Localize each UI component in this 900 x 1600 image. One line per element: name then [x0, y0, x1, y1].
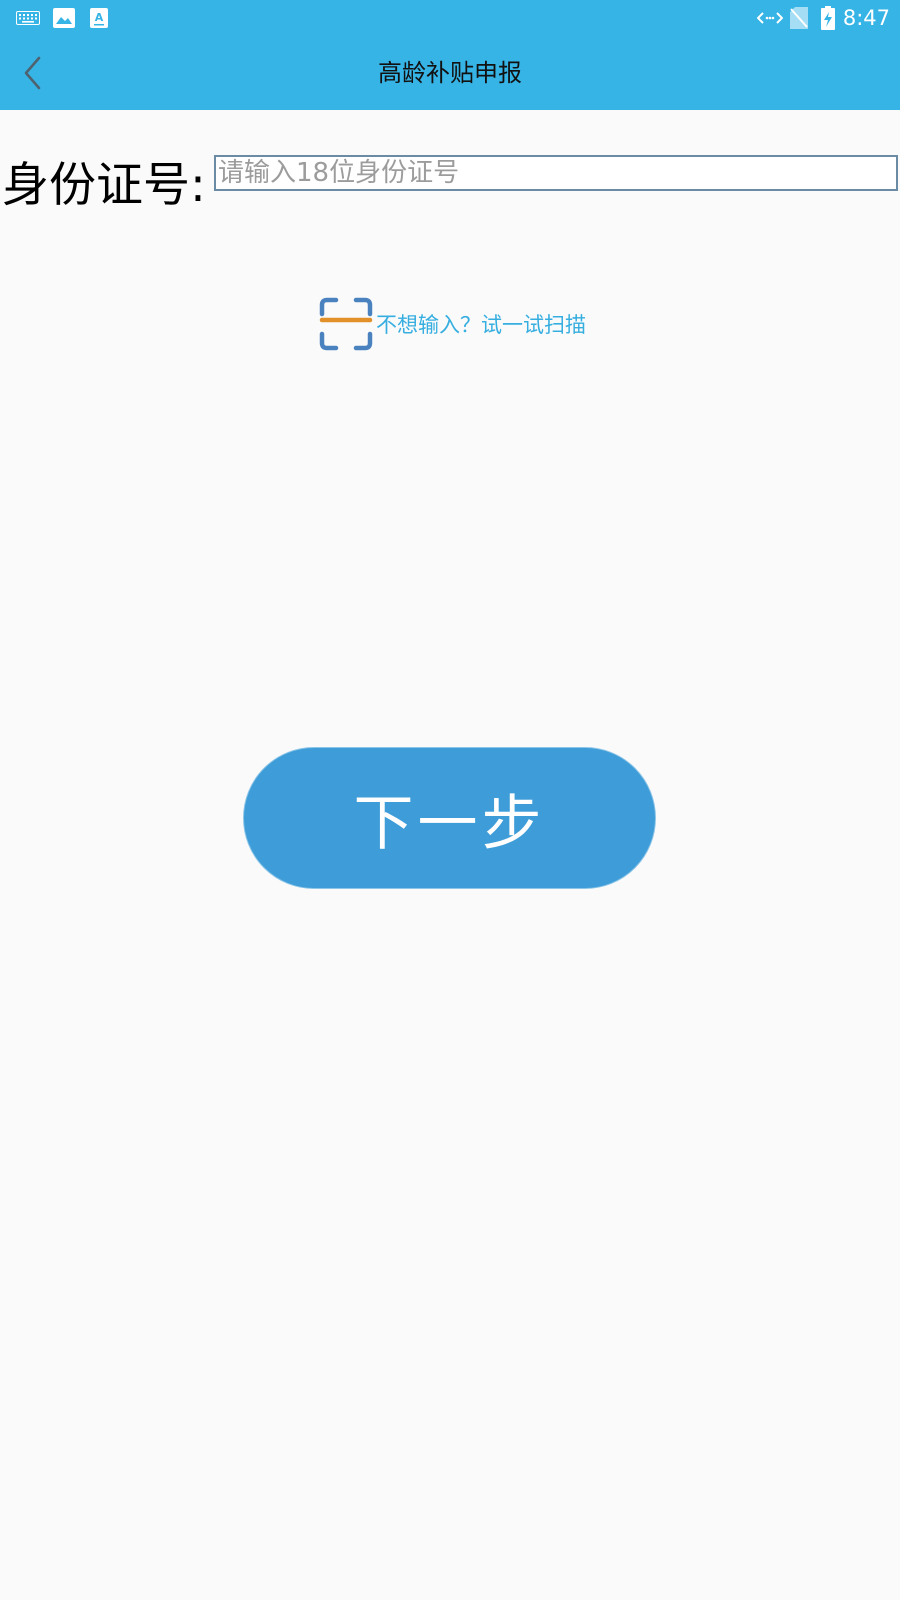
chevron-left-icon: [24, 56, 41, 90]
battery-charging-icon: [819, 0, 837, 36]
image-icon: [52, 0, 76, 36]
status-time: 8:47: [842, 6, 890, 30]
scan-icon: [319, 297, 373, 351]
app-bar: 高龄补贴申报: [0, 36, 900, 110]
keyboard-icon: [14, 0, 42, 36]
back-button[interactable]: [8, 48, 58, 98]
data-transfer-icon: [756, 0, 784, 36]
id-number-label: 身份证号:: [2, 158, 206, 213]
status-bar: A 8:47: [0, 0, 900, 36]
next-step-button[interactable]: 下一步: [243, 747, 656, 889]
svg-text:A: A: [95, 11, 104, 24]
id-number-input[interactable]: [214, 155, 898, 191]
scan-link-text: 不想输入？试一试扫描: [376, 313, 586, 337]
text-app-icon: A: [88, 0, 110, 36]
no-sim-icon: [788, 0, 810, 36]
scan-link[interactable]: 不想输入？试一试扫描: [318, 296, 586, 352]
page-title: 高龄补贴申报: [378, 59, 522, 87]
